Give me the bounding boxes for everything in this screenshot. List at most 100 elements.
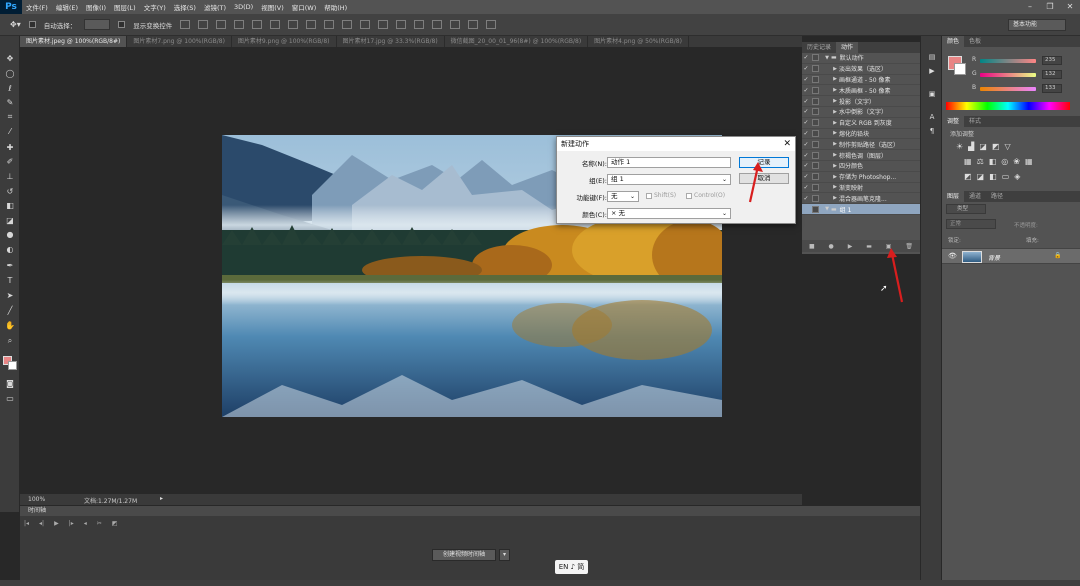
tab-document[interactable]: 图片素材4.png @ 50%(RGB/8) <box>588 36 689 47</box>
zoom-level[interactable]: 100% <box>28 496 45 503</box>
toggle-check-icon[interactable]: ✓ <box>802 152 810 159</box>
tab-adjustments[interactable]: 调整 <box>942 116 965 127</box>
stamp-tool-icon[interactable]: ⊥ <box>5 172 15 182</box>
dialog-toggle-box[interactable] <box>812 151 819 159</box>
dialog-toggle-box[interactable] <box>812 75 819 83</box>
play-icon[interactable]: ▶ <box>54 520 59 532</box>
pen-tool-icon[interactable]: ✒ <box>5 261 15 271</box>
tab-paths[interactable]: 路径 <box>986 191 1008 202</box>
menu-3d[interactable]: 3D(D) <box>230 3 257 11</box>
expand-right-icon[interactable]: ▶ <box>831 66 839 72</box>
toggle-check-icon[interactable]: ✓ <box>802 108 810 115</box>
hue-sat-icon[interactable]: ▦ <box>964 157 972 166</box>
color-select[interactable]: × 无 ⌄ <box>607 208 731 219</box>
workspace-dropdown[interactable]: 基本功能 <box>1008 19 1066 31</box>
bg-swatch[interactable] <box>954 63 966 75</box>
action-item[interactable]: ✓ ▶ 熔化的铅块 <box>802 129 920 140</box>
expand-right-icon[interactable]: ▶ <box>831 98 839 104</box>
dialog-toggle-box[interactable] <box>812 65 819 73</box>
action-item[interactable]: ✓ ▶ 渐变映射 <box>802 183 920 194</box>
distribute-top-icon[interactable] <box>288 20 299 29</box>
expand-right-icon[interactable]: ▶ <box>831 174 839 180</box>
toggle-check-icon[interactable]: ✓ <box>802 173 810 180</box>
timeline-dropdown-button[interactable]: ▾ <box>499 549 510 561</box>
photo-filter-icon[interactable]: ◎ <box>1001 157 1008 166</box>
play-selection-icon[interactable]: ▶ <box>848 243 853 250</box>
action-item[interactable]: ✓ ▶ 混合器画笔克隆... <box>802 193 920 205</box>
menu-help[interactable]: 帮助(H) <box>320 2 351 12</box>
blend-mode-dropdown[interactable]: 正常 <box>946 219 996 229</box>
expand-right-icon[interactable]: ▶ <box>831 130 839 136</box>
tab-document[interactable]: 图片素材17.jpg @ 33.3%(RGB/8) <box>337 36 445 47</box>
menu-image[interactable]: 图像(I) <box>82 2 110 12</box>
cut-icon[interactable]: ✂ <box>97 520 102 532</box>
3d-rotate-icon[interactable] <box>432 20 443 29</box>
levels-icon[interactable]: ▟ <box>968 142 974 151</box>
action-item[interactable]: ▼ ▬ 组 1 <box>802 204 920 215</box>
action-item[interactable]: ✓ ▶ 四分颜色 <box>802 161 920 172</box>
action-item[interactable]: ✓ ▶ 存储为 Photoshop... <box>802 172 920 183</box>
dialog-toggle-box[interactable] <box>812 129 819 137</box>
function-key-select[interactable]: 无 ⌄ <box>607 191 639 202</box>
toggle-check-icon[interactable]: ✓ <box>802 119 810 126</box>
g-slider[interactable] <box>980 73 1036 77</box>
stop-icon[interactable]: ■ <box>809 243 815 250</box>
expand-down-icon[interactable]: ▼ <box>823 206 831 212</box>
gradient-tool-icon[interactable]: ◪ <box>5 216 15 226</box>
expand-right-icon[interactable]: ▶ <box>831 109 839 115</box>
action-item[interactable]: ✓ ▶ 制作剪贴路径（选区） <box>802 139 920 151</box>
tab-styles[interactable]: 样式 <box>964 116 986 127</box>
distribute-center-icon[interactable] <box>360 20 371 29</box>
group-select[interactable]: 组 1 ⌄ <box>607 174 731 185</box>
ime-indicator[interactable]: EN ♪ 简 <box>555 560 588 574</box>
tab-document[interactable]: 微信截图_20_00_01_96(8#) @ 100%(RGB/8) <box>445 36 589 47</box>
create-video-timeline-button[interactable]: 创建视频时间轴 <box>432 549 496 561</box>
background-color-swatch[interactable] <box>8 361 17 370</box>
visibility-eye-icon[interactable]: 👁 <box>948 252 957 260</box>
status-arrow-icon[interactable]: ▸ <box>160 495 163 502</box>
record-icon[interactable]: ● <box>829 243 834 250</box>
expand-right-icon[interactable]: ▶ <box>831 87 839 93</box>
3d-drag-icon[interactable] <box>468 20 479 29</box>
bw-icon[interactable]: ◧ <box>989 157 997 166</box>
expand-right-icon[interactable]: ▶ <box>831 76 839 82</box>
menu-select[interactable]: 选择(S) <box>170 2 200 12</box>
action-item[interactable]: ✓ ▶ 水中倒影（文字） <box>802 107 920 118</box>
tab-color[interactable]: 颜色 <box>942 36 965 47</box>
menu-type[interactable]: 文字(Y) <box>140 2 170 12</box>
color-spectrum[interactable] <box>946 102 1070 110</box>
layer-kind-filter[interactable]: 类型 <box>946 204 986 214</box>
dialog-toggle-box[interactable] <box>812 162 819 170</box>
toggle-check-icon[interactable]: ✓ <box>802 98 810 105</box>
shift-checkbox[interactable] <box>646 193 652 199</box>
history-panel-icon[interactable]: ▤ <box>926 52 938 63</box>
distribute-bottom-icon[interactable] <box>324 20 335 29</box>
r-value[interactable]: 235 <box>1042 56 1062 65</box>
lasso-tool-icon[interactable]: ℓ <box>5 84 15 94</box>
dodge-tool-icon[interactable]: ◐ <box>5 245 15 255</box>
first-frame-icon[interactable]: |◂ <box>24 520 29 532</box>
path-select-tool-icon[interactable]: ➤ <box>5 291 15 301</box>
toggle-check-icon[interactable]: ✓ <box>802 141 810 148</box>
audio-icon[interactable]: ◂ <box>84 520 87 532</box>
auto-align-icon[interactable] <box>396 20 407 29</box>
dialog-toggle-box[interactable] <box>812 194 819 202</box>
toggle-check-icon[interactable]: ✓ <box>802 195 810 202</box>
dialog-close-icon[interactable]: ✕ <box>783 137 791 151</box>
toggle-check-icon[interactable]: ✓ <box>802 54 810 61</box>
3d-roll-icon[interactable] <box>450 20 461 29</box>
expand-right-icon[interactable]: ▶ <box>831 195 839 201</box>
tab-channels[interactable]: 通道 <box>964 191 986 202</box>
tab-history[interactable]: 历史记录 <box>802 42 836 53</box>
history-brush-tool-icon[interactable]: ↺ <box>5 187 15 197</box>
selective-color-icon[interactable]: ◈ <box>1014 172 1020 181</box>
toggle-check-icon[interactable]: ✓ <box>802 87 810 94</box>
brightness-icon[interactable]: ☀ <box>956 142 963 151</box>
exposure-icon[interactable]: ◩ <box>992 142 1000 151</box>
gradient-map-icon[interactable]: ▭ <box>1002 172 1010 181</box>
crop-tool-icon[interactable]: ⌗ <box>5 112 15 122</box>
auto-select-checkbox[interactable] <box>28 21 36 28</box>
tab-layers[interactable]: 图层 <box>942 191 965 202</box>
transition-icon[interactable]: ◩ <box>112 520 118 532</box>
color-lookup-icon[interactable]: ▦ <box>1025 157 1033 166</box>
